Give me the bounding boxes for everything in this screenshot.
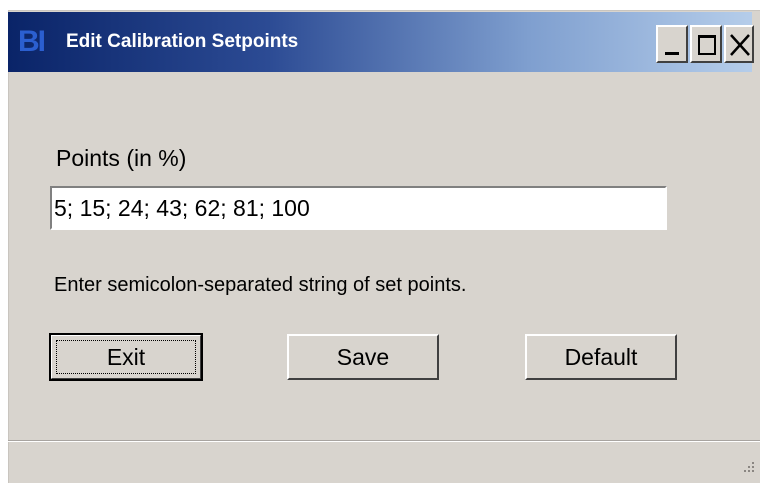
dialog-window (8, 10, 760, 483)
title-bar[interactable]: BI Edit Calibration Setpoints (8, 12, 754, 72)
minimize-icon (665, 52, 679, 55)
exit-button[interactable]: Exit (49, 333, 203, 381)
help-text: Enter semicolon-separated string of set … (54, 274, 467, 296)
close-button[interactable] (724, 25, 754, 63)
status-divider (8, 440, 760, 442)
resize-grip-icon[interactable] (738, 458, 756, 476)
default-button[interactable]: Default (525, 334, 677, 380)
points-input[interactable] (50, 186, 667, 230)
focus-rectangle (56, 340, 196, 374)
close-icon (730, 34, 750, 56)
minimize-button[interactable] (656, 25, 688, 63)
window-title: Edit Calibration Setpoints (66, 31, 299, 52)
save-button-label: Save (336, 344, 390, 370)
maximize-button[interactable] (690, 25, 722, 63)
maximize-icon (698, 35, 716, 55)
points-label: Points (in %) (56, 145, 187, 171)
save-button[interactable]: Save (287, 334, 439, 380)
app-icon: BI (18, 25, 46, 58)
default-button-label: Default (564, 344, 638, 370)
